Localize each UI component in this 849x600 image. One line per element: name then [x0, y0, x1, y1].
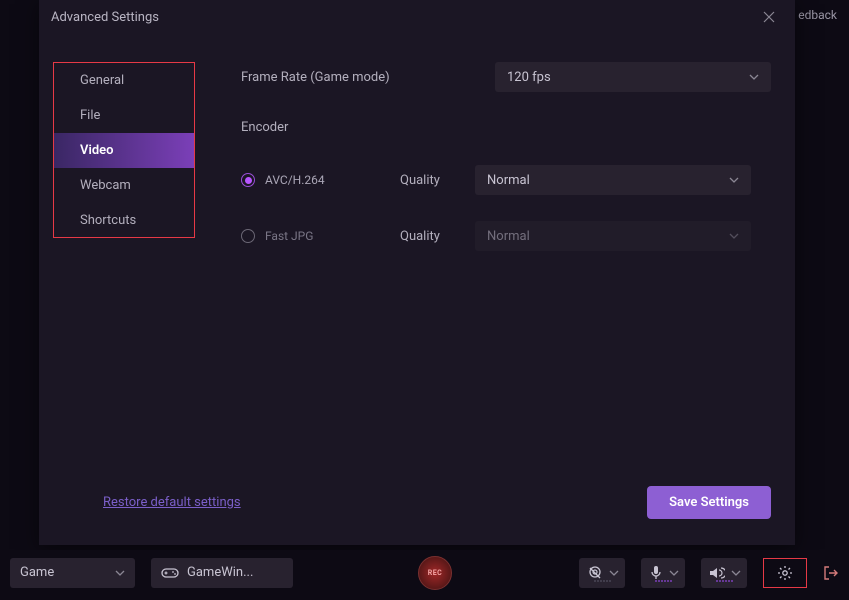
sidebar-item-general[interactable]: General — [54, 63, 194, 98]
bottom-toolbar: Game GameWin... REC — [0, 550, 849, 600]
chevron-down-icon — [729, 177, 739, 183]
encoder-radio-fastjpg[interactable] — [241, 229, 255, 243]
quality-value: Normal — [487, 173, 530, 188]
mode-select[interactable]: Game — [10, 558, 135, 588]
chevron-down-icon — [729, 233, 739, 239]
modal-header: Advanced Settings — [39, 0, 795, 34]
sidebar-item-shortcuts[interactable]: Shortcuts — [54, 203, 194, 238]
exit-icon[interactable] — [823, 565, 839, 581]
save-settings-button[interactable]: Save Settings — [647, 486, 771, 519]
record-button[interactable]: REC — [418, 556, 452, 590]
encoder-option-label: AVC/H.264 — [265, 173, 400, 187]
encoder-option-label: Fast JPG — [265, 229, 400, 243]
quality-value: Normal — [487, 229, 530, 244]
sidebar-item-label: File — [80, 108, 100, 123]
feedback-link-fragment: edback — [798, 8, 837, 22]
sidebar-item-file[interactable]: File — [54, 98, 194, 133]
modal-title: Advanced Settings — [51, 10, 159, 25]
frame-rate-label: Frame Rate (Game mode) — [241, 70, 390, 85]
sidebar-item-label: Webcam — [80, 178, 131, 193]
frame-rate-value: 120 fps — [507, 70, 551, 85]
sidebar-item-label: General — [80, 73, 124, 88]
sidebar-item-label: Video — [80, 143, 114, 158]
quality-label: Quality — [400, 229, 475, 244]
sidebar-item-label: Shortcuts — [80, 213, 136, 228]
record-label: REC — [428, 569, 443, 577]
frame-rate-select[interactable]: 120 fps — [495, 62, 771, 92]
sidebar-item-video[interactable]: Video — [54, 133, 194, 168]
chevron-down-icon — [749, 74, 759, 80]
settings-button[interactable] — [763, 558, 807, 588]
speaker-toggle[interactable] — [701, 558, 747, 588]
gear-icon — [777, 565, 793, 581]
encoder-label: Encoder — [241, 120, 288, 135]
settings-sidebar: General File Video Webcam Shortcuts — [53, 62, 195, 238]
quality-select-fastjpg: Normal — [475, 221, 751, 251]
microphone-toggle[interactable] — [641, 558, 685, 588]
game-window-value: GameWin... — [187, 565, 253, 580]
advanced-settings-modal: Advanced Settings General File Video Web… — [39, 0, 795, 545]
game-window-select[interactable]: GameWin... — [151, 558, 293, 588]
mode-value: Game — [20, 565, 54, 580]
encoder-radio-avc[interactable] — [241, 173, 255, 187]
sidebar-item-webcam[interactable]: Webcam — [54, 168, 194, 203]
webcam-toggle[interactable] — [579, 558, 625, 588]
chevron-down-icon — [115, 570, 125, 576]
close-icon[interactable] — [759, 7, 779, 27]
restore-defaults-link[interactable]: Restore default settings — [63, 495, 241, 510]
quality-label: Quality — [400, 173, 475, 188]
quality-select-avc[interactable]: Normal — [475, 165, 751, 195]
gamepad-icon — [161, 566, 179, 580]
